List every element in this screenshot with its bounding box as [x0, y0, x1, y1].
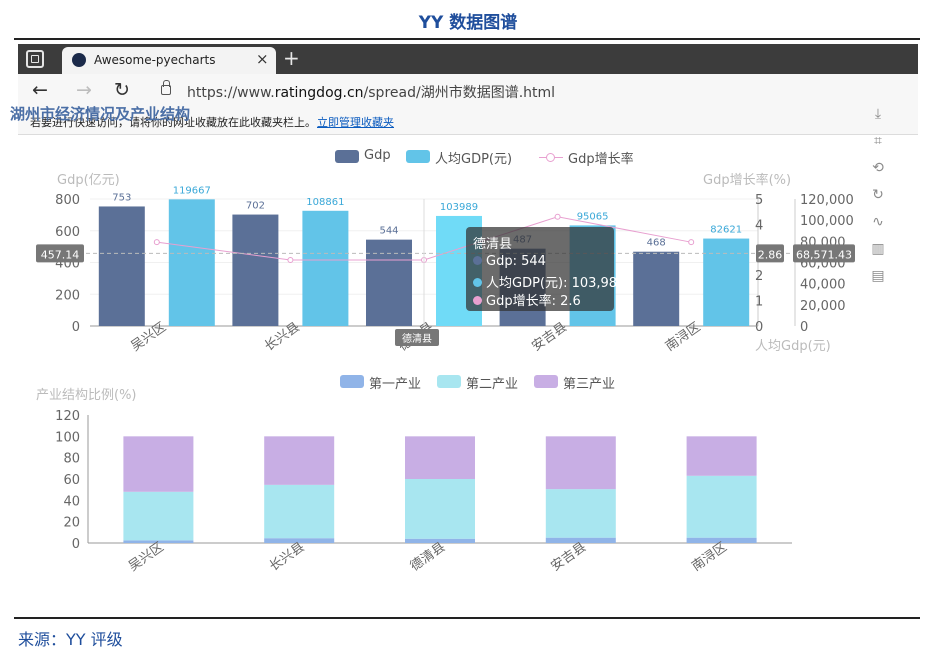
data-label-per-capita-gdp: 108861 [306, 197, 344, 208]
restore-crop-icon[interactable]: ⟲ [868, 158, 888, 178]
tooltip-row-growth: Gdp增长率: 2.6 [473, 290, 581, 309]
y-tick-label: 100 [55, 430, 80, 445]
data-label-per-capita-gdp: 119667 [173, 185, 211, 196]
bar-per-capita-gdp [703, 238, 750, 326]
point-gdp-growth [554, 213, 561, 220]
tooltip-label: Gdp增长率: 2.6 [486, 294, 581, 309]
bar-segment-第二产业 [686, 475, 757, 538]
y-left-tick-label: 200 [55, 288, 80, 303]
crop-icon[interactable]: ⌗ [868, 131, 888, 151]
y-middle-tick-label: 5 [755, 193, 763, 208]
pointer-label-x: 德清县 [402, 332, 432, 345]
bar-segment-第三产业 [545, 436, 616, 490]
bar-segment-第二产业 [264, 484, 335, 539]
y-right-axis-label: 人均Gdp(元) [755, 339, 831, 354]
data-label-gdp: 753 [112, 192, 131, 203]
bar-segment-第三产业 [686, 436, 757, 476]
bar-segment-第二产业 [545, 489, 616, 538]
y-left-tick-label: 0 [72, 320, 80, 335]
bar-chart-icon[interactable]: ▥ [868, 239, 888, 259]
tooltip-row-per-capita: 人均GDP(元): 103,989 [473, 272, 625, 291]
bar-gdp [232, 214, 279, 326]
bar-segment-第二产业 [123, 491, 194, 541]
x-tick-label: 南浔区 [689, 539, 730, 574]
bar-per-capita-gdp [168, 199, 215, 326]
bar-gdp [98, 206, 145, 326]
line-chart-icon[interactable]: ∿ [868, 212, 888, 232]
x-tick-label: 德清县 [408, 540, 449, 575]
refresh-icon[interactable]: ↻ [868, 185, 888, 205]
y-tick-label: 60 [63, 473, 80, 488]
y-right-tick-label: 40,000 [800, 278, 846, 293]
pointer-label-left: 457.14 [41, 248, 80, 261]
x-tick-label: 长兴县 [267, 540, 308, 575]
data-view-icon[interactable]: ▤ [868, 266, 888, 286]
y-middle-tick-label: 2 [755, 269, 763, 284]
pointer-label-right: 68,571.43 [796, 248, 852, 261]
tooltip-title: 德清县 [473, 237, 513, 252]
bar-gdp [366, 239, 412, 326]
tooltip-dot [473, 256, 482, 265]
data-label-per-capita-gdp: 103989 [440, 202, 478, 213]
bar-per-capita-gdp [302, 210, 349, 326]
y-middle-tick-label: 4 [755, 218, 763, 233]
y-left-tick-label: 800 [55, 193, 80, 208]
data-label-per-capita-gdp: 95065 [577, 211, 609, 222]
y-right-tick-label: 100,000 [800, 214, 854, 229]
point-gdp-growth [153, 239, 160, 246]
point-gdp-growth [287, 256, 294, 263]
y-tick-label: 80 [63, 452, 80, 467]
document-source: 来源：YY 评级 [18, 630, 123, 649]
y-axis-label: 产业结构比例(%) [36, 388, 137, 403]
y-tick-label: 40 [63, 494, 80, 509]
bar-segment-第二产业 [405, 479, 475, 539]
pointer-label-middle: 2.86 [758, 248, 783, 261]
data-label-gdp: 544 [379, 226, 398, 237]
y-middle-axis-label: Gdp增长率(%) [703, 172, 791, 188]
bar-segment-第三产业 [405, 436, 475, 479]
x-tick-label: 吴兴区 [126, 540, 167, 575]
download-icon[interactable]: ⤓ [868, 104, 888, 124]
point-gdp-growth [688, 239, 695, 246]
data-label-per-capita-gdp: 82621 [710, 225, 742, 236]
tooltip-label: 人均GDP(元): 103,989 [486, 276, 626, 291]
bar-gdp [633, 251, 680, 326]
y-tick-label: 0 [72, 537, 80, 552]
y-left-axis-label: Gdp(亿元) [57, 173, 120, 188]
bottom-rule [14, 617, 920, 619]
data-label-gdp: 702 [246, 201, 265, 212]
data-label-gdp: 468 [647, 238, 666, 249]
tooltip-label: Gdp: 544 [486, 254, 546, 269]
y-right-tick-label: 0 [800, 320, 808, 335]
x-tick-label: 安吉县 [549, 540, 590, 575]
y-right-tick-label: 120,000 [800, 193, 854, 208]
tooltip-row-gdp: Gdp: 544 [473, 254, 546, 269]
y-middle-tick-label: 0 [755, 320, 763, 335]
y-middle-tick-label: 1 [755, 295, 763, 310]
y-tick-label: 20 [63, 516, 80, 531]
bar-segment-第三产业 [123, 436, 194, 492]
chart-canvas: 0200400600800Gdp(亿元)012345Gdp增长率(%)020,0… [36, 172, 855, 575]
bar-segment-第三产业 [264, 436, 335, 485]
tooltip-dot [473, 296, 482, 305]
y-right-tick-label: 20,000 [800, 299, 846, 314]
y-left-tick-label: 600 [55, 225, 80, 240]
tooltip-dot [473, 278, 482, 287]
y-tick-label: 120 [55, 409, 80, 424]
chart-tooltip: 德清县 Gdp: 544 人均GDP(元): 103,989 Gdp增长率: 2… [466, 227, 625, 311]
